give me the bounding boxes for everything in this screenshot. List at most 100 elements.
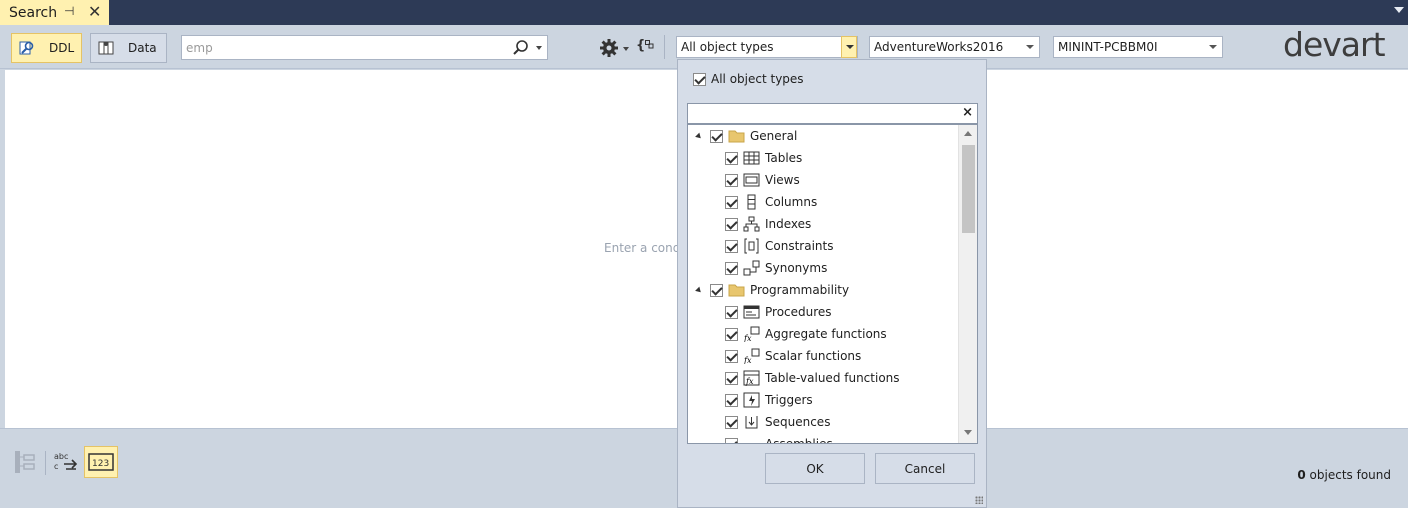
database-select[interactable]: AdventureWorks2016 <box>869 36 1040 58</box>
svg-text:123: 123 <box>92 459 109 469</box>
tree-item-label: Sequences <box>765 415 831 429</box>
status-text: 0 objects found <box>1297 468 1391 482</box>
scalar-function-icon: fx <box>743 348 760 364</box>
tree-item-constraints[interactable]: Constraints <box>725 235 833 257</box>
svg-text:c: c <box>54 462 58 471</box>
procedure-icon <box>743 304 760 320</box>
all-object-types-option[interactable]: All object types <box>693 72 804 86</box>
chevron-down-icon[interactable] <box>841 36 857 58</box>
expand-icon[interactable] <box>695 286 703 294</box>
server-select[interactable]: MININT-PCBBM0I <box>1053 36 1223 58</box>
ddl-button[interactable]: DDL <box>11 33 82 63</box>
object-types-value: All object types <box>681 40 774 54</box>
tree-item-views[interactable]: Views <box>725 169 800 191</box>
tree-item-label: Indexes <box>765 217 812 231</box>
filter-input[interactable] <box>688 104 958 123</box>
match-case-button[interactable]: abc c <box>49 446 83 478</box>
search-icon[interactable] <box>512 39 530 57</box>
table-icon <box>743 150 760 166</box>
tree-item-checkbox[interactable] <box>725 151 738 165</box>
tree-item-scalar-functions[interactable]: fx Scalar functions <box>725 345 861 367</box>
search-input[interactable] <box>182 36 502 59</box>
chevron-down-icon[interactable] <box>1026 45 1034 49</box>
tree-scrollbar[interactable] <box>958 125 977 443</box>
tree-item-checkbox[interactable] <box>725 173 738 187</box>
tab-title: Search <box>9 4 58 21</box>
chevron-down-icon[interactable] <box>1209 45 1217 49</box>
all-object-types-checkbox[interactable] <box>693 72 706 86</box>
status-suffix: objects found <box>1305 468 1391 482</box>
expand-icon[interactable] <box>695 132 703 140</box>
tree-item-checkbox[interactable] <box>725 305 738 319</box>
title-bar: Search ⊣ ✕ <box>0 0 1408 25</box>
tree-item-aggregate-functions[interactable]: fx Aggregate functions <box>725 323 887 345</box>
pin-icon[interactable]: ⊣ <box>64 4 74 18</box>
devart-logo: devart <box>1283 25 1386 64</box>
tree-item-checkbox[interactable] <box>725 437 738 443</box>
scroll-down-icon[interactable] <box>964 430 972 435</box>
tree-item-checkbox[interactable] <box>710 283 723 297</box>
tree-item-programmability[interactable]: Programmability <box>695 279 849 301</box>
tree-item-synonyms[interactable]: Synonyms <box>725 257 827 279</box>
tree-item-table-valued-functions[interactable]: fx Table-valued functions <box>725 367 900 389</box>
number-icon: 123 <box>88 453 114 471</box>
data-button[interactable]: Data <box>90 33 167 63</box>
close-icon[interactable]: ✕ <box>88 2 101 21</box>
tree-item-procedures[interactable]: Procedures <box>725 301 832 323</box>
tree-item-sequences[interactable]: Sequences <box>725 411 830 433</box>
empty-hint: Enter a cond <box>604 241 681 255</box>
search-tab[interactable]: Search ⊣ ✕ <box>0 0 109 25</box>
tree-item-indexes[interactable]: Indexes <box>725 213 811 235</box>
tree-item-checkbox[interactable] <box>710 129 723 143</box>
search-box[interactable] <box>181 35 548 60</box>
svg-text:fx: fx <box>743 356 752 364</box>
clear-icon[interactable]: × <box>962 105 973 120</box>
tree-item-label: Constraints <box>765 239 834 253</box>
svg-text:abc: abc <box>54 452 68 461</box>
tree-item-checkbox[interactable] <box>725 239 738 253</box>
tree-item-checkbox[interactable] <box>725 415 738 429</box>
view-icon <box>743 172 760 188</box>
filter-box[interactable]: × <box>687 103 978 124</box>
folder-icon <box>728 282 745 298</box>
tree-item-label: Tables <box>765 151 803 165</box>
tree-item-assemblies[interactable]: Assemblies <box>725 433 833 443</box>
tree-item-checkbox[interactable] <box>725 327 738 341</box>
svg-text:fx: fx <box>743 334 752 342</box>
tree-item-checkbox[interactable] <box>725 217 738 231</box>
constraint-icon <box>743 238 760 254</box>
chevron-down-icon[interactable] <box>536 46 542 50</box>
ok-button[interactable]: OK <box>765 453 865 484</box>
cancel-button[interactable]: Cancel <box>875 453 975 484</box>
tree-item-checkbox[interactable] <box>725 261 738 275</box>
gear-icon[interactable] <box>599 38 619 58</box>
column-icon <box>743 194 760 210</box>
tree-view-icon <box>15 451 35 473</box>
tree-item-tables[interactable]: Tables <box>725 147 802 169</box>
scroll-up-icon[interactable] <box>964 131 972 136</box>
match-number-button[interactable]: 123 <box>84 446 118 478</box>
assembly-icon <box>743 436 760 443</box>
tree-item-label: Synonyms <box>765 261 828 275</box>
tree-item-checkbox[interactable] <box>725 349 738 363</box>
ddl-label: DDL <box>49 41 75 55</box>
window-menu-icon[interactable] <box>1394 7 1404 13</box>
ddl-search-icon <box>19 41 34 55</box>
table-valued-function-icon: fx <box>743 370 760 386</box>
tree-item-label: General <box>750 129 798 143</box>
tree-item-triggers[interactable]: Triggers <box>725 389 813 411</box>
scroll-thumb[interactable] <box>962 145 975 233</box>
braces-icon[interactable]: { <box>636 38 654 53</box>
tree-view-button[interactable] <box>8 446 42 478</box>
tree-item-checkbox[interactable] <box>725 393 738 407</box>
object-types-tree: General Tables Views Columns Indexes Constrai… <box>687 124 978 444</box>
tree-item-checkbox[interactable] <box>725 371 738 385</box>
chevron-down-icon[interactable] <box>623 47 629 51</box>
tree-item-general[interactable]: General <box>695 125 798 147</box>
resize-grip[interactable] <box>975 496 983 504</box>
object-types-dropdown: All object types × General Tables Views Col… <box>677 59 987 508</box>
tree-item-columns[interactable]: Columns <box>725 191 817 213</box>
tree-item-checkbox[interactable] <box>725 195 738 209</box>
tree-item-label: Columns <box>765 195 818 209</box>
object-types-select[interactable]: All object types <box>676 36 858 58</box>
